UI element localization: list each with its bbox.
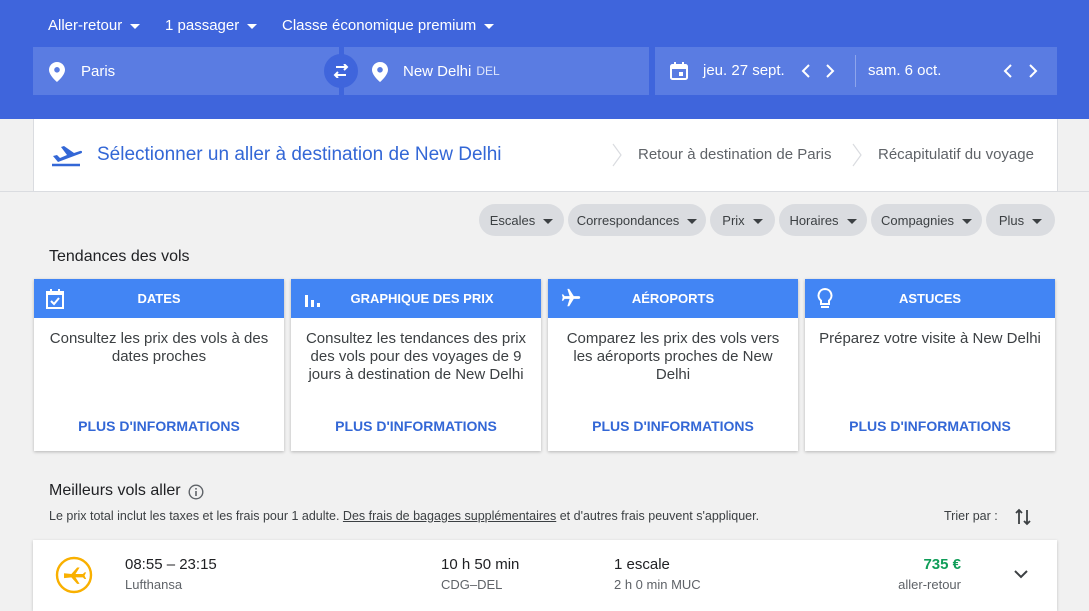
card-header: DATES: [34, 279, 284, 318]
caret-down-icon: [846, 218, 857, 224]
return-date[interactable]: sam. 6 oct.: [868, 62, 941, 79]
destination-code: DEL: [476, 64, 500, 78]
expand-chevron-icon[interactable]: [1014, 569, 1028, 579]
origin-value: Paris: [81, 62, 116, 80]
more-info-link[interactable]: PLUS D'INFORMATIONS: [291, 418, 541, 434]
more-info-link[interactable]: PLUS D'INFORMATIONS: [34, 418, 284, 434]
caret-down-icon: [484, 23, 495, 29]
flight-layover: 2 h 0 min MUC: [614, 577, 701, 592]
location-pin-icon: [49, 62, 65, 82]
search-header: Aller-retour 1 passager Classe économiqu…: [0, 0, 1089, 119]
chip-label: Prix: [722, 212, 745, 228]
filter-stops[interactable]: Escales: [479, 204, 564, 236]
destination-value: New Delhi: [403, 62, 472, 80]
trip-type-select[interactable]: Aller-retour: [48, 16, 141, 34]
price-info-suffix: et d'autres frais peuvent s'appliquer.: [559, 509, 760, 523]
best-flights-title: Meilleurs vols aller: [49, 482, 181, 499]
filter-connections[interactable]: Correspondances: [568, 204, 706, 236]
lightbulb-icon: [817, 288, 833, 308]
card-text: Préparez votre visite à New Delhi: [819, 330, 1041, 347]
cabin-label: Classe économique premium: [282, 16, 477, 34]
step-summary[interactable]: Récapitulatif du voyage: [852, 119, 1058, 191]
depart-date[interactable]: jeu. 27 sept.: [703, 62, 785, 79]
caret-down-icon: [1032, 218, 1043, 224]
date-divider: [855, 55, 856, 87]
card-header: AÉROPORTS: [548, 279, 798, 318]
flight-price: 735 €: [923, 556, 961, 573]
filter-price[interactable]: Prix: [710, 204, 775, 236]
bar-chart-icon: [305, 295, 320, 307]
flight-route: CDG–DEL: [441, 577, 503, 592]
calendar-check-icon: [46, 289, 64, 309]
breadcrumb-chevron-icon: [852, 143, 862, 167]
caret-down-icon: [130, 23, 141, 29]
chevron-right-icon[interactable]: [1028, 63, 1038, 79]
card-title: ASTUCES: [898, 291, 962, 306]
origin-field[interactable]: Paris: [33, 47, 339, 95]
chip-label: Compagnies: [881, 212, 954, 228]
filter-times[interactable]: Horaires: [779, 204, 867, 236]
chip-label: Escales: [489, 212, 536, 228]
card-text: Consultez les tendances des prix des vol…: [305, 330, 527, 383]
flight-price-type: aller-retour: [898, 577, 961, 592]
flight-duration: 10 h 50 min: [441, 556, 520, 573]
price-info-line: Le prix total inclut les taxes et les fr…: [49, 509, 759, 523]
card-text: Comparez les prix des vols vers les aéro…: [566, 330, 780, 383]
chevron-right-icon[interactable]: [825, 63, 835, 79]
destination-field[interactable]: New Delhi DEL: [344, 47, 649, 95]
step-return[interactable]: Retour à destination de Paris: [612, 119, 854, 191]
card-text: Consultez les prix des vols à des dates …: [49, 330, 269, 365]
card-title: GRAPHIQUE DES PRIX: [350, 291, 494, 306]
filter-more[interactable]: Plus: [986, 204, 1055, 236]
caret-down-icon: [752, 218, 763, 224]
filter-airlines[interactable]: Compagnies: [871, 204, 982, 236]
info-icon[interactable]: [188, 484, 204, 500]
trend-card-tips: ASTUCES Préparez votre visite à New Delh…: [805, 279, 1055, 451]
baggage-fees-link[interactable]: Des frais de bagages supplémentaires: [343, 509, 556, 523]
card-title: AÉROPORTS: [631, 291, 715, 306]
sort-icon[interactable]: [1015, 507, 1031, 527]
caret-down-icon: [687, 218, 698, 224]
trends-title: Tendances des vols: [49, 248, 190, 265]
location-pin-icon: [372, 62, 388, 82]
flight-airline: Lufthansa: [125, 577, 183, 592]
card-header: GRAPHIQUE DES PRIX: [291, 279, 541, 318]
takeoff-icon: [52, 146, 82, 167]
step-summary-label: Récapitulatif du voyage: [878, 146, 1034, 163]
trend-card-price-graph: GRAPHIQUE DES PRIX Consultez les tendanc…: [291, 279, 541, 451]
step-return-label: Retour à destination de Paris: [638, 146, 832, 163]
step-select-outbound[interactable]: Sélectionner un aller à destination de N…: [33, 119, 614, 191]
flight-stops: 1 escale: [614, 556, 670, 573]
caret-down-icon: [247, 23, 258, 29]
dates-field: jeu. 27 sept. sam. 6 oct.: [655, 47, 1057, 95]
chip-label: Correspondances: [576, 212, 680, 228]
step-current-label: Sélectionner un aller à destination de N…: [97, 144, 502, 165]
passengers-label: 1 passager: [165, 16, 240, 34]
chevron-left-icon[interactable]: [1003, 63, 1013, 79]
caret-down-icon: [543, 218, 554, 224]
swap-arrows-icon: [333, 64, 349, 78]
flight-row[interactable]: 08:55 – 23:15 Lufthansa 10 h 50 min CDG–…: [33, 540, 1057, 611]
trend-card-dates: DATES Consultez les prix des vols à des …: [34, 279, 284, 451]
sort-label: Trier par :: [944, 509, 998, 523]
chevron-left-icon[interactable]: [801, 63, 811, 79]
trend-card-airports: AÉROPORTS Comparez les prix des vols ver…: [548, 279, 798, 451]
card-header: ASTUCES: [805, 279, 1055, 318]
chip-label: Plus: [998, 212, 1025, 228]
swap-button[interactable]: [324, 54, 358, 88]
calendar-icon: [670, 62, 688, 80]
passengers-select[interactable]: 1 passager: [165, 16, 258, 34]
price-info-prefix: Le prix total inclut les taxes et les fr…: [49, 509, 340, 523]
lufthansa-logo: [55, 556, 93, 594]
chip-label: Horaires: [789, 212, 839, 228]
more-info-link[interactable]: PLUS D'INFORMATIONS: [548, 418, 798, 434]
airplane-icon: [561, 288, 581, 307]
breadcrumb-chevron-icon: [612, 143, 622, 167]
cabin-select[interactable]: Classe économique premium: [282, 16, 495, 34]
trip-type-label: Aller-retour: [48, 16, 123, 34]
more-info-link[interactable]: PLUS D'INFORMATIONS: [805, 418, 1055, 434]
caret-down-icon: [962, 218, 972, 224]
flight-times: 08:55 – 23:15: [125, 556, 217, 573]
card-title: DATES: [137, 291, 181, 306]
